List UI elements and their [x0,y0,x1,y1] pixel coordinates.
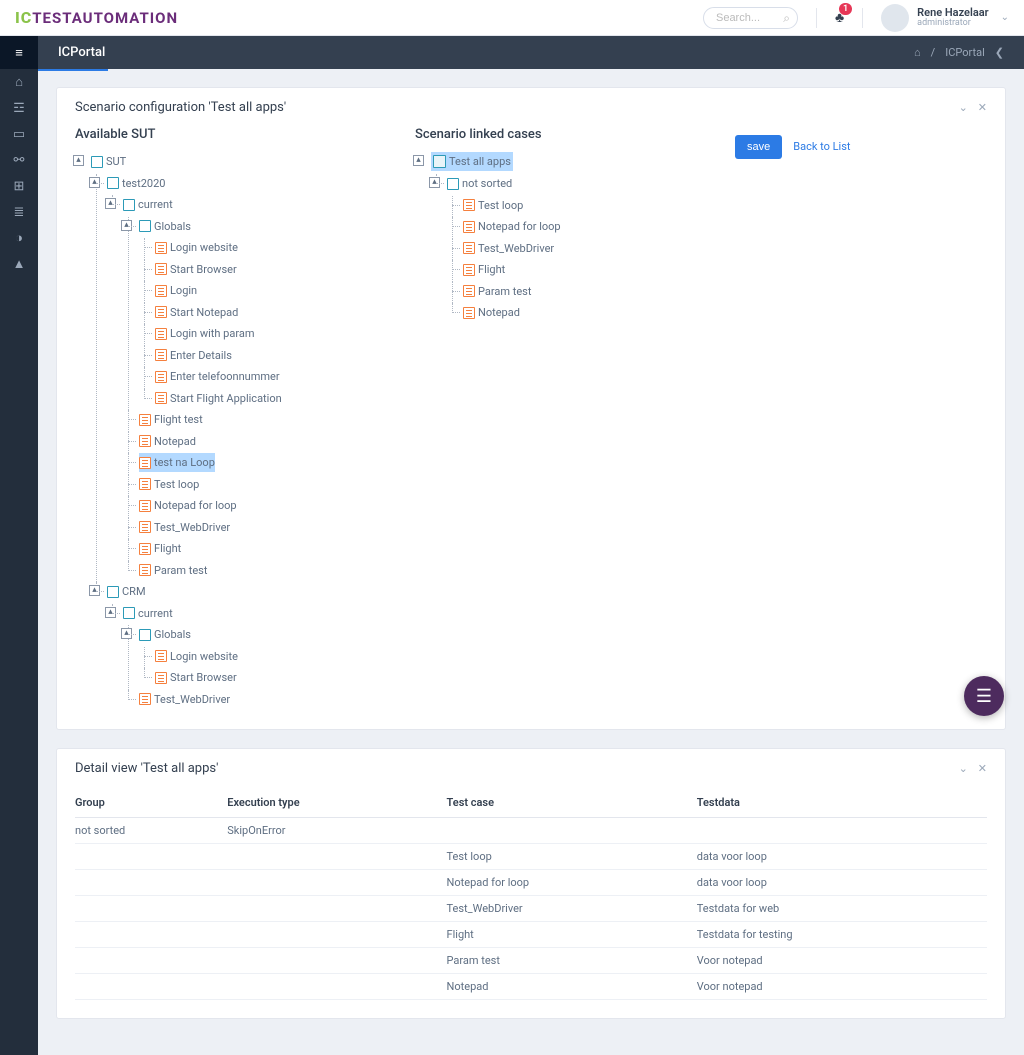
card-collapse-icon[interactable]: ⌄ [959,762,968,775]
th-group: Group [75,788,227,818]
card-title: Scenario configuration 'Test all apps' [75,100,286,115]
sidebar-item-user[interactable]: ▲ [0,251,38,277]
page-title: ICPortal [58,45,105,60]
th-data: Testdata [697,788,987,818]
sidebar-item-home[interactable]: ⌂ [0,69,38,95]
user-role: administrator [917,19,988,29]
tree-toggle[interactable]: ▴ [73,155,84,166]
tree-node-case[interactable]: Enter Details [155,346,232,365]
tree-node-case[interactable]: Notepad [139,432,196,451]
detail-table: Group Execution type Test case Testdata … [75,788,987,1000]
linked-title: Scenario linked cases [415,127,695,142]
table-row: FlightTestdata for testing [75,922,987,948]
breadcrumb-current[interactable]: ICPortal [945,46,985,59]
detail-title: Detail view 'Test all apps' [75,761,218,776]
tree-node-case[interactable]: Start Notepad [155,303,238,322]
card-collapse-icon[interactable]: ⌄ [959,101,968,114]
sidebar-toggle[interactable]: ≡ [0,36,38,69]
brand-logo: ICTESTAUTOMATION [15,8,178,27]
tree-node-case[interactable]: Login website [155,647,238,666]
tree-node-crm-current[interactable]: current [123,604,173,623]
tree-node-case[interactable]: Notepad [463,303,520,322]
tree-node-case[interactable]: Login with param [155,324,254,343]
tree-node-current[interactable]: current [123,195,173,214]
tree-node-root-selected[interactable]: Test all apps [431,152,513,171]
notifications-button[interactable]: ♣ 1 [835,9,844,26]
sidebar-item-list[interactable]: ☲ [0,95,38,121]
th-exec: Execution type [227,788,446,818]
tree-node-crm-globals[interactable]: Globals [139,625,191,644]
sidebar-item-grid[interactable]: ⊞ [0,173,38,199]
th-case: Test case [447,788,697,818]
tree-node-case[interactable]: Login website [155,238,238,257]
table-row: Param testVoor notepad [75,948,987,974]
tree-node-case[interactable]: Start Browser [155,668,237,687]
table-row: Notepad for loopdata voor loop [75,870,987,896]
back-to-list-link[interactable]: Back to List [793,140,850,153]
tree-toggle[interactable]: ▴ [121,628,132,639]
tree-node-case[interactable]: Notepad for loop [139,496,237,515]
avail-tree: ▴ SUT ▴ test2020 ▴ current [75,152,375,711]
user-menu[interactable]: Rene Hazelaar administrator ⌄ [881,4,1009,32]
tree-node-sut[interactable]: SUT [91,152,126,171]
avail-title: Available SUT [75,127,375,142]
tree-node-case[interactable]: Notepad for loop [463,217,561,236]
tree-node-case[interactable]: Test loop [463,196,523,215]
search-icon[interactable]: ⌕ [783,11,790,26]
sidebar-item-screen[interactable]: ▭ [0,121,38,147]
breadcrumb: ⌂ / ICPortal [914,46,985,59]
tree-toggle[interactable]: ▴ [121,220,132,231]
tree-node-case[interactable]: Test_WebDriver [463,239,554,258]
card-close-icon[interactable]: ✕ [978,101,987,114]
tree-node-case[interactable]: Enter telefoonnummer [155,367,280,386]
sidebar-item-link[interactable]: ⚯ [0,147,38,173]
sidebar: ≡ ⌂ ☲ ▭ ⚯ ⊞ ≣ ◑ ▲ [0,36,38,1055]
save-button[interactable]: save [735,135,782,159]
chat-fab[interactable]: ☰ [964,676,1004,716]
sidebar-item-lines[interactable]: ≣ [0,199,38,225]
avatar [881,4,909,32]
tree-node-case[interactable]: Param test [139,561,207,580]
tree-toggle[interactable]: ▴ [89,585,100,596]
tree-node-case[interactable]: Start Flight Application [155,389,282,408]
table-row: NotepadVoor notepad [75,974,987,1000]
home-icon[interactable]: ⌂ [914,46,921,59]
user-name: Rene Hazelaar [917,7,988,19]
tree-node-group[interactable]: not sorted [447,174,512,193]
tree-node-case[interactable]: Test_WebDriver [139,690,230,709]
tree-toggle[interactable]: ▴ [105,607,116,618]
tree-node-case[interactable]: Test_WebDriver [139,518,230,537]
tree-toggle[interactable]: ▴ [89,177,100,188]
tree-toggle[interactable]: ▴ [429,177,440,188]
tree-node-case[interactable]: Flight [463,260,505,279]
tree-toggle[interactable]: ▴ [413,155,424,166]
table-row: not sortedSkipOnError [75,818,987,844]
tree-node-globals[interactable]: Globals [139,217,191,236]
table-row: Test_WebDriverTestdata for web [75,896,987,922]
card-close-icon[interactable]: ✕ [978,762,987,775]
tree-node-case[interactable]: Param test [463,282,531,301]
tree-node-case[interactable]: Test loop [139,475,199,494]
tree-toggle[interactable]: ▴ [105,198,116,209]
tree-node-case[interactable]: Flight [139,539,181,558]
sidebar-item-dashboard[interactable]: ◑ [0,225,38,251]
notification-badge: 1 [839,3,852,15]
linked-tree: ▴ Test all apps ▴ not sorted Test loop No… [415,152,695,325]
chevron-down-icon: ⌄ [1001,12,1009,23]
tree-node-crm[interactable]: CRM [107,582,146,601]
tree-node-case[interactable]: Login [155,281,197,300]
chat-icon: ☰ [976,686,992,707]
tree-node-case[interactable]: Start Browser [155,260,237,279]
table-row: Test loopdata voor loop [75,844,987,870]
tree-node-case[interactable]: Flight test [139,410,203,429]
tree-node-test2020[interactable]: test2020 [107,174,165,193]
tree-node-case[interactable]: test na Loop [139,453,215,472]
collapse-icon[interactable]: ❮ [995,46,1004,59]
